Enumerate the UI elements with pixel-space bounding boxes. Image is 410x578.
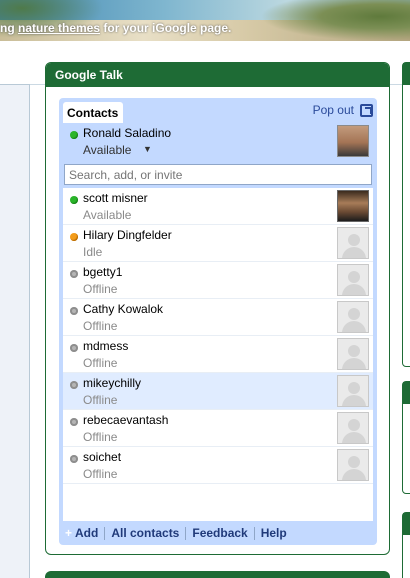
right-gadget-1: [402, 62, 410, 367]
contact-avatar: [337, 190, 369, 222]
contact-status: Offline: [83, 356, 118, 370]
contact-row[interactable]: Cathy Kowalok Offline: [63, 299, 373, 336]
theme-banner: ng nature themes for your iGoogle page.: [0, 0, 410, 41]
default-avatar-icon: [337, 412, 369, 444]
contact-search-input[interactable]: [64, 164, 372, 185]
default-avatar-icon: [337, 375, 369, 407]
popout-label[interactable]: Pop out: [313, 103, 354, 117]
contact-row[interactable]: scott misner Available: [63, 188, 373, 225]
contact-row[interactable]: mdmess Offline: [63, 336, 373, 373]
default-avatar-icon: [337, 338, 369, 370]
offline-status-icon: [70, 381, 78, 389]
contact-status: Offline: [83, 430, 118, 444]
google-talk-gadget: Google Talk Contacts Pop out Ronald Sala…: [45, 62, 390, 555]
offline-status-icon: [70, 455, 78, 463]
contact-status: Offline: [83, 393, 118, 407]
right-gadget-1-header[interactable]: [403, 63, 410, 85]
contact-name: Cathy Kowalok: [83, 302, 164, 316]
my-status-select[interactable]: Available: [83, 143, 131, 157]
popout-button[interactable]: Pop out: [313, 103, 373, 117]
contact-name: mikeychilly: [83, 376, 142, 390]
contact-status: Available: [83, 208, 132, 222]
contact-row[interactable]: rebecaevantash Offline: [63, 410, 373, 447]
available-status-icon: [70, 196, 78, 204]
nature-themes-link[interactable]: nature themes: [18, 21, 100, 35]
contact-name: mdmess: [83, 339, 129, 353]
offline-status-icon: [70, 307, 78, 315]
contact-status: Offline: [83, 319, 118, 333]
right-gadget-2: [402, 381, 410, 494]
contact-list: scott misner Available Hilary Dingfelder…: [63, 188, 373, 521]
contact-status: Idle: [83, 245, 103, 259]
default-avatar-icon: [337, 449, 369, 481]
contact-row-selected[interactable]: mikeychilly Offline: [63, 373, 373, 410]
default-avatar-icon: [337, 227, 369, 259]
contact-status: Offline: [83, 467, 118, 481]
all-contacts-link[interactable]: All contacts: [111, 526, 179, 540]
footer-separator: [253, 526, 255, 540]
contact-row[interactable]: Hilary Dingfelder Idle: [63, 225, 373, 262]
popout-icon[interactable]: [360, 103, 373, 117]
banner-text-before: ng: [0, 21, 18, 35]
contact-name: soichet: [83, 450, 122, 464]
footer-separator: [185, 526, 187, 540]
contact-row[interactable]: bgetty1 Offline: [63, 262, 373, 299]
banner-text-after: for your iGoogle page.: [100, 21, 232, 35]
contact-status: Offline: [83, 282, 118, 296]
my-name: Ronald Saladino: [83, 126, 172, 140]
contact-name: Hilary Dingfelder: [83, 228, 172, 242]
offline-status-icon: [70, 418, 78, 426]
gadget-title[interactable]: Google Talk: [46, 63, 389, 87]
tab-contacts[interactable]: Contacts: [63, 102, 123, 123]
plus-icon[interactable]: +: [65, 526, 72, 540]
status-dropdown-arrow-icon[interactable]: ▼: [143, 144, 152, 154]
talk-panel: Contacts Pop out Ronald Saladino Availab…: [59, 98, 377, 545]
next-gadget-header[interactable]: [45, 571, 390, 578]
contact-name: scott misner: [83, 191, 148, 205]
offline-status-icon: [70, 344, 78, 352]
banner-message: ng nature themes for your iGoogle page.: [0, 21, 231, 35]
banner-foliage: [260, 0, 410, 41]
default-avatar-icon: [337, 264, 369, 296]
footer-separator: [104, 526, 106, 540]
contact-name: rebecaevantash: [83, 413, 169, 427]
my-avatar[interactable]: [337, 125, 369, 157]
contact-name: bgetty1: [83, 265, 123, 279]
default-avatar-icon: [337, 301, 369, 333]
feedback-link[interactable]: Feedback: [192, 526, 247, 540]
add-contact-link[interactable]: Add: [75, 526, 98, 540]
talk-footer: + Add All contacts Feedback Help: [63, 525, 373, 541]
my-presence-icon: [70, 131, 78, 139]
right-gadget-3-header[interactable]: [403, 513, 410, 535]
my-status-area: Ronald Saladino Available ▼: [63, 123, 373, 163]
right-gadget-3: [402, 512, 410, 578]
offline-status-icon: [70, 270, 78, 278]
help-link[interactable]: Help: [261, 526, 287, 540]
right-gadget-2-header[interactable]: [403, 382, 410, 404]
idle-status-icon: [70, 233, 78, 241]
left-column-gadget: [0, 84, 30, 578]
contact-row[interactable]: soichet Offline: [63, 447, 373, 484]
